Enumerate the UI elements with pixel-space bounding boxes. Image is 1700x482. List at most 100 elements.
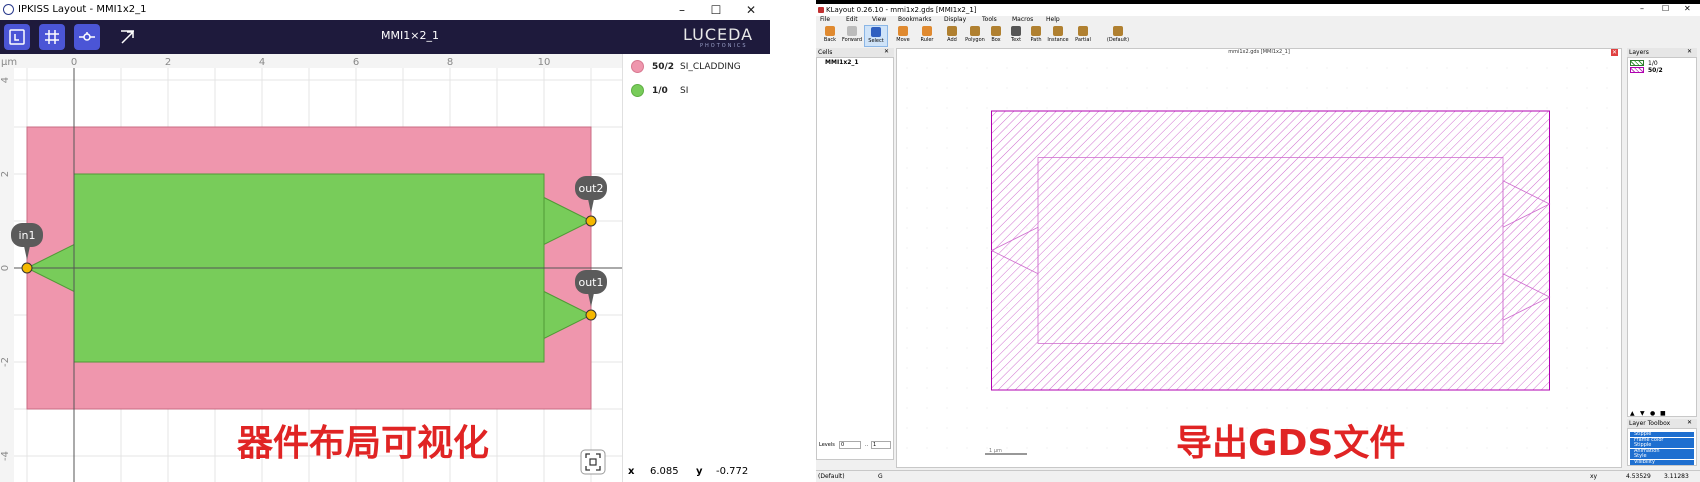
tool-move[interactable]: Move bbox=[891, 25, 915, 47]
top-ruler bbox=[0, 54, 622, 68]
grid-dot bbox=[1486, 67, 1488, 69]
menu-edit[interactable]: Edit bbox=[846, 16, 858, 23]
layer-1-0-swatch bbox=[1630, 60, 1644, 66]
grid-dot bbox=[1606, 347, 1608, 349]
grid-dot bbox=[1446, 87, 1448, 89]
y-tick-label: -4 bbox=[0, 451, 11, 461]
grid-dot bbox=[1026, 427, 1028, 429]
port-label: out2 bbox=[578, 182, 603, 195]
layer-down-icon[interactable]: ▼ bbox=[1640, 410, 1645, 417]
y-coord-label: y bbox=[696, 466, 703, 477]
legend-item-si[interactable]: 1/0 SI bbox=[631, 84, 688, 100]
grid-dot bbox=[986, 387, 988, 389]
grid-dot bbox=[1566, 407, 1568, 409]
grid-dot bbox=[926, 167, 928, 169]
panel-close-icon[interactable]: ✕ bbox=[1687, 48, 1692, 55]
layers-panel-title: Layers ✕ bbox=[1627, 48, 1697, 57]
layer-toggle-icon[interactable] bbox=[4, 24, 30, 50]
x-tick-label: 4 bbox=[259, 57, 265, 68]
tool-path[interactable]: Path bbox=[1024, 25, 1048, 47]
grid-dot bbox=[986, 67, 988, 69]
grid-dot bbox=[1166, 407, 1168, 409]
ipkiss-toolbar: MMI1×2_1 LUCEDA PHOTONICS bbox=[0, 20, 770, 54]
grid-dot bbox=[986, 427, 988, 429]
menu-file[interactable]: File bbox=[820, 16, 830, 23]
tool-add[interactable]: Add bbox=[940, 25, 964, 47]
tool-instance[interactable]: Instance bbox=[1046, 25, 1070, 47]
port-icon[interactable] bbox=[74, 24, 100, 50]
grid-dot bbox=[926, 387, 928, 389]
status-g: G bbox=[878, 473, 883, 480]
export-icon[interactable] bbox=[115, 24, 141, 50]
grid-dot bbox=[1106, 407, 1108, 409]
grid-dot bbox=[966, 327, 968, 329]
layer-add-icon[interactable]: ● bbox=[1650, 410, 1655, 417]
grid-dot bbox=[1086, 427, 1088, 429]
tool-select[interactable]: Select bbox=[864, 25, 888, 47]
panel-close-icon[interactable]: ✕ bbox=[1687, 419, 1692, 426]
tool-back[interactable]: Back bbox=[818, 25, 842, 47]
y-tick-label: 4 bbox=[0, 77, 11, 83]
layer-up-icon[interactable]: ▲ bbox=[1630, 410, 1635, 417]
grid-dot bbox=[1426, 107, 1428, 109]
tool-ruler[interactable]: Ruler bbox=[915, 25, 939, 47]
grid-dot bbox=[1586, 407, 1588, 409]
grid-dot bbox=[906, 407, 908, 409]
grid-dot bbox=[1106, 67, 1108, 69]
grid-dot bbox=[1566, 167, 1568, 169]
grid-dot bbox=[1566, 187, 1568, 189]
grid-dot bbox=[1566, 147, 1568, 149]
menu-macros[interactable]: Macros bbox=[1012, 16, 1033, 23]
grid-dot bbox=[1306, 107, 1308, 109]
grid-dot bbox=[966, 367, 968, 369]
grid-dot bbox=[1166, 427, 1168, 429]
grid-dot bbox=[1586, 207, 1588, 209]
grid-dot bbox=[1346, 407, 1348, 409]
layer-delete-icon[interactable]: ■ bbox=[1660, 410, 1666, 417]
legend-item-si-cladding[interactable]: 50/2 SI_CLADDING bbox=[631, 60, 741, 76]
klayout-canvas[interactable]: mmi1x2.gds [MMI1x2_1] ✕ 1 µm bbox=[896, 48, 1622, 468]
menu-bookmarks[interactable]: Bookmarks bbox=[898, 16, 932, 23]
menu-tools[interactable]: Tools bbox=[982, 16, 997, 23]
tool-default[interactable]: (Default) bbox=[1101, 25, 1135, 47]
cell-tree-item[interactable]: MMI1x2_1 bbox=[825, 59, 859, 66]
maximize-icon[interactable]: ☐ bbox=[1662, 4, 1669, 13]
grid-dot bbox=[966, 427, 968, 429]
grid-dot bbox=[1566, 67, 1568, 69]
grid-dot bbox=[1046, 407, 1048, 409]
tool-forward[interactable]: Forward bbox=[840, 25, 864, 47]
levels-control: Levels 0 .. 1 bbox=[817, 439, 893, 451]
close-icon[interactable]: ✕ bbox=[743, 2, 759, 18]
grid-dot bbox=[906, 347, 908, 349]
port-label: out1 bbox=[578, 276, 603, 289]
grid-dot bbox=[1266, 67, 1268, 69]
fit-view-button[interactable] bbox=[580, 449, 606, 475]
ipkiss-caption: 器件布局可视化 bbox=[237, 423, 490, 464]
toolbox-item[interactable]: Visibility bbox=[1630, 459, 1694, 465]
menu-help[interactable]: Help bbox=[1046, 16, 1060, 23]
grid-dot bbox=[1386, 107, 1388, 109]
minimize-icon[interactable]: – bbox=[674, 2, 690, 18]
minimize-icon[interactable]: – bbox=[1640, 4, 1644, 13]
tool-partial[interactable]: Partial bbox=[1071, 25, 1095, 47]
menu-display[interactable]: Display bbox=[944, 16, 966, 23]
grid-dot bbox=[1026, 87, 1028, 89]
grid-dot bbox=[1586, 387, 1588, 389]
klayout-menubar: File Edit View Bookmarks Display Tools Macros H… bbox=[816, 16, 1700, 25]
fit-view-icon bbox=[580, 449, 606, 475]
grid-dot bbox=[1526, 67, 1528, 69]
menu-view[interactable]: View bbox=[872, 16, 886, 23]
tool-label: Path bbox=[1030, 37, 1042, 43]
tool-label: Ruler bbox=[920, 37, 934, 43]
grid-icon[interactable] bbox=[39, 24, 65, 50]
panel-close-icon[interactable]: ✕ bbox=[884, 48, 889, 55]
close-view-icon[interactable]: ✕ bbox=[1611, 49, 1618, 56]
gds-canvas[interactable] bbox=[897, 58, 1621, 466]
grid-dot bbox=[1286, 107, 1288, 109]
levels-to-input[interactable]: 1 bbox=[871, 441, 891, 449]
grid-dot bbox=[1326, 407, 1328, 409]
close-icon[interactable]: ✕ bbox=[1684, 4, 1691, 13]
cells-panel: MMI1x2_1 Levels 0 .. 1 bbox=[816, 57, 894, 460]
maximize-icon[interactable]: ☐ bbox=[708, 2, 724, 18]
levels-from-input[interactable]: 0 bbox=[839, 441, 861, 449]
